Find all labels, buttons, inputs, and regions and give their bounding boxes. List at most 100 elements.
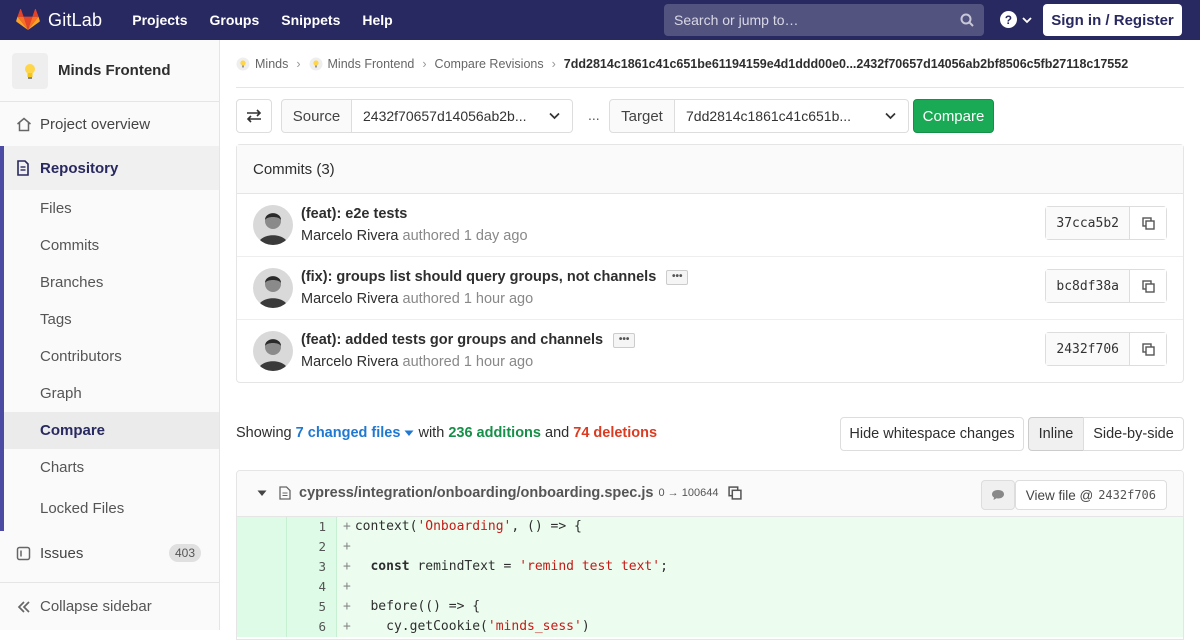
collapse-sidebar-button[interactable]: Collapse sidebar (0, 582, 219, 630)
chevron-down-icon (549, 112, 560, 120)
commit-title[interactable]: (feat): added tests gor groups and chann… (301, 332, 636, 348)
commit-row: (fix): groups list should query groups, … (237, 257, 1183, 320)
new-line-number[interactable]: 1 (287, 517, 337, 537)
diff-file-header: cypress/integration/onboarding/onboardin… (237, 471, 1183, 517)
new-line-number[interactable]: 6 (287, 617, 337, 637)
avatar[interactable] (253, 268, 293, 308)
hide-whitespace-button[interactable]: Hide whitespace changes (840, 417, 1024, 451)
sign-in-register-button[interactable]: Sign in / Register (1043, 4, 1182, 36)
old-line-number[interactable] (237, 597, 287, 617)
avatar[interactable] (253, 205, 293, 245)
copy-icon (1141, 279, 1155, 293)
sidebar-item-locked-files[interactable]: Locked Files (4, 486, 219, 531)
main-content: Minds › Minds Frontend › Compare Revisio… (236, 40, 1184, 640)
chevron-down-icon (885, 112, 896, 120)
commit-author-line: Marcelo Rivera authored 1 hour ago (301, 354, 533, 370)
expand-commit-message-button[interactable]: ••• (666, 269, 689, 285)
breadcrumb-group[interactable]: Minds (255, 57, 288, 71)
commit-title[interactable]: (fix): groups list should query groups, … (301, 269, 689, 285)
new-line-number[interactable]: 2 (287, 537, 337, 557)
target-revision-dropdown[interactable]: 7dd2814c1861c41c651b... (675, 99, 909, 133)
sidebar-item-repository[interactable]: Repository (4, 146, 219, 190)
compare-button[interactable]: Compare (913, 99, 994, 133)
view-file-button[interactable]: View file @ 2432f706 (1014, 480, 1167, 510)
commit-title-text: (feat): added tests gor groups and chann… (301, 332, 604, 348)
search-input[interactable]: Search or jump to… (664, 4, 984, 36)
sidebar-item-project-overview[interactable]: Project overview (0, 102, 219, 146)
file-mode-change: 0 → 100644 (658, 487, 719, 499)
diff-line: 5 + before(() => { (237, 597, 1183, 617)
commit-sha[interactable]: bc8df38a (1046, 270, 1130, 302)
showing-text: Showing (236, 425, 292, 441)
commit-title[interactable]: (feat): e2e tests (301, 206, 407, 222)
diff-stats-bar: Showing 7 changed files with 236 additio… (236, 416, 1184, 451)
issues-count-badge: 403 (168, 544, 201, 562)
lightbulb-icon (25, 63, 35, 79)
old-line-number[interactable] (237, 617, 287, 637)
sidebar-item-tags[interactable]: Tags (4, 301, 219, 338)
help-dropdown[interactable]: ? (1000, 11, 1033, 28)
old-line-number[interactable] (237, 537, 287, 557)
target-revision-value: 7dd2814c1861c41c651b... (686, 108, 852, 124)
breadcrumb-project[interactable]: Minds Frontend (328, 57, 415, 71)
swap-revisions-button[interactable] (236, 99, 272, 133)
sidebar-item-contributors[interactable]: Contributors (4, 338, 219, 375)
side-by-side-view-toggle[interactable]: Side-by-side (1083, 417, 1184, 451)
toggle-comments-button[interactable] (981, 480, 1015, 510)
line-code: + before(() => { (343, 599, 481, 614)
sidebar-item-compare[interactable]: Compare (4, 412, 219, 449)
minds-project-icon (309, 57, 323, 70)
project-name: Minds Frontend (58, 62, 171, 79)
new-line-number[interactable]: 4 (287, 577, 337, 597)
sidebar-item-files[interactable]: Files (4, 190, 219, 227)
old-line-number[interactable] (237, 517, 287, 537)
line-code: + (343, 539, 351, 554)
new-line-number[interactable]: 3 (287, 557, 337, 577)
sidebar-project-header[interactable]: Minds Frontend (0, 40, 219, 102)
copy-sha-button[interactable] (1130, 207, 1166, 239)
commit-author[interactable]: Marcelo Rivera (301, 354, 399, 370)
with-text: with (418, 425, 445, 441)
commit-author[interactable]: Marcelo Rivera (301, 291, 399, 307)
caret-down-icon (404, 430, 414, 436)
avatar[interactable] (253, 331, 293, 371)
inline-view-toggle[interactable]: Inline (1028, 417, 1084, 451)
commits-panel: Commits (3) (feat): e2e tests Marcelo Ri… (236, 144, 1184, 383)
sidebar-item-label: Repository (40, 159, 119, 177)
nav-help[interactable]: Help (362, 12, 392, 28)
sidebar-item-branches[interactable]: Branches (4, 264, 219, 301)
gitlab-logo[interactable]: GitLab (16, 9, 102, 31)
sidebar-item-commits[interactable]: Commits (4, 227, 219, 264)
changed-files-link: 7 changed files (295, 425, 401, 441)
commit-sha-group: 37cca5b2 (1045, 206, 1167, 240)
changed-files-dropdown[interactable]: 7 changed files (296, 425, 415, 441)
nav-groups[interactable]: Groups (209, 12, 259, 28)
new-line-number[interactable]: 5 (287, 597, 337, 617)
nav-projects[interactable]: Projects (132, 12, 187, 28)
expand-commit-message-button[interactable]: ••• (613, 332, 636, 348)
view-file-label: View file @ (1025, 487, 1094, 503)
file-path[interactable]: cypress/integration/onboarding/onboardin… (299, 485, 654, 501)
commit-author[interactable]: Marcelo Rivera (301, 228, 399, 244)
breadcrumb-section[interactable]: Compare Revisions (435, 57, 544, 71)
copy-sha-button[interactable] (1130, 270, 1166, 302)
commit-sha[interactable]: 2432f706 (1046, 333, 1130, 365)
sidebar-item-charts[interactable]: Charts (4, 449, 219, 486)
sidebar-item-graph[interactable]: Graph (4, 375, 219, 412)
copy-icon[interactable] (728, 486, 743, 500)
old-line-number[interactable] (237, 557, 287, 577)
commit-verb: authored (402, 228, 460, 244)
sidebar-item-label: Project overview (40, 115, 151, 133)
source-revision-dropdown[interactable]: 2432f70657d14056ab2b... (352, 99, 573, 133)
collapse-caret-icon[interactable] (257, 490, 267, 497)
source-label: Source (281, 99, 352, 133)
copy-sha-button[interactable] (1130, 333, 1166, 365)
old-line-number[interactable] (237, 577, 287, 597)
commit-sha-group: bc8df38a (1045, 269, 1167, 303)
breadcrumb-current[interactable]: 7dd2814c1861c41c651be61194159e4d1ddd00e0… (564, 57, 1128, 71)
commit-sha[interactable]: 37cca5b2 (1046, 207, 1130, 239)
sidebar-item-issues[interactable]: Issues 403 (0, 531, 219, 575)
commit-author-line: Marcelo Rivera authored 1 day ago (301, 228, 528, 244)
search-icon (960, 13, 974, 27)
nav-snippets[interactable]: Snippets (281, 12, 340, 28)
